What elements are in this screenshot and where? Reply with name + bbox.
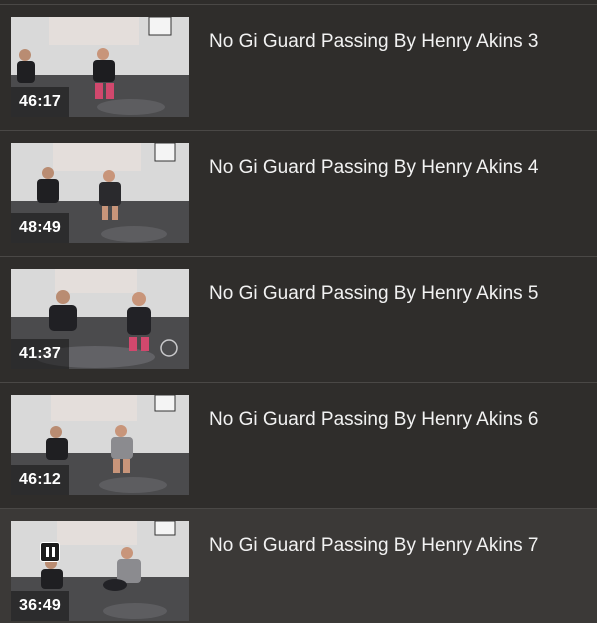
playlist-item[interactable]: 41:37 No Gi Guard Passing By Henry Akins… (0, 257, 597, 383)
video-duration: 46:12 (11, 465, 69, 495)
playlist-item[interactable]: 46:12 No Gi Guard Passing By Henry Akins… (0, 383, 597, 509)
video-duration: 41:37 (11, 339, 69, 369)
playlist-item-current[interactable]: 36:49 No Gi Guard Passing By Henry Akins… (0, 509, 597, 623)
video-title[interactable]: No Gi Guard Passing By Henry Akins 4 (209, 156, 538, 180)
video-title[interactable]: No Gi Guard Passing By Henry Akins 6 (209, 408, 538, 432)
pause-icon[interactable] (40, 542, 60, 562)
video-thumbnail[interactable]: 36:49 (11, 521, 189, 621)
video-duration: 36:49 (11, 591, 69, 621)
video-duration: 46:17 (11, 87, 69, 117)
video-thumbnail[interactable]: 41:37 (11, 269, 189, 369)
video-playlist: 46:17 No Gi Guard Passing By Henry Akins… (0, 0, 597, 623)
video-title[interactable]: No Gi Guard Passing By Henry Akins 7 (209, 534, 538, 558)
playlist-item[interactable]: 48:49 No Gi Guard Passing By Henry Akins… (0, 131, 597, 257)
video-thumbnail[interactable]: 48:49 (11, 143, 189, 243)
video-duration: 48:49 (11, 213, 69, 243)
video-thumbnail[interactable]: 46:17 (11, 17, 189, 117)
video-title[interactable]: No Gi Guard Passing By Henry Akins 3 (209, 30, 538, 54)
video-thumbnail[interactable]: 46:12 (11, 395, 189, 495)
video-title[interactable]: No Gi Guard Passing By Henry Akins 5 (209, 282, 538, 306)
playlist-item[interactable]: 46:17 No Gi Guard Passing By Henry Akins… (0, 5, 597, 131)
